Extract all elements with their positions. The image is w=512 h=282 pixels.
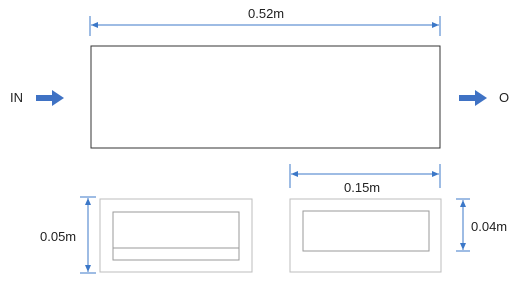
height-right-label: 0.04m bbox=[471, 219, 508, 234]
outlet-label: O bbox=[499, 90, 510, 105]
inlet-arrow-icon bbox=[36, 90, 64, 106]
inlet-label: IN bbox=[10, 90, 23, 105]
width-label: 0.15m bbox=[344, 180, 381, 195]
outlet-arrow-icon bbox=[459, 90, 487, 106]
duct-diagram: IN O 0.52m 0.15m 0.05m 0.04m bbox=[0, 0, 512, 277]
cross-section-right bbox=[289, 198, 442, 273]
diagram-canvas bbox=[36, 16, 487, 274]
height-dimension-left bbox=[80, 196, 96, 274]
cross-section-left bbox=[99, 198, 253, 273]
length-label: 0.52m bbox=[248, 6, 285, 21]
height-dimension-right bbox=[456, 198, 470, 252]
duct-top-view bbox=[90, 45, 441, 149]
height-left-label: 0.05m bbox=[40, 229, 77, 244]
